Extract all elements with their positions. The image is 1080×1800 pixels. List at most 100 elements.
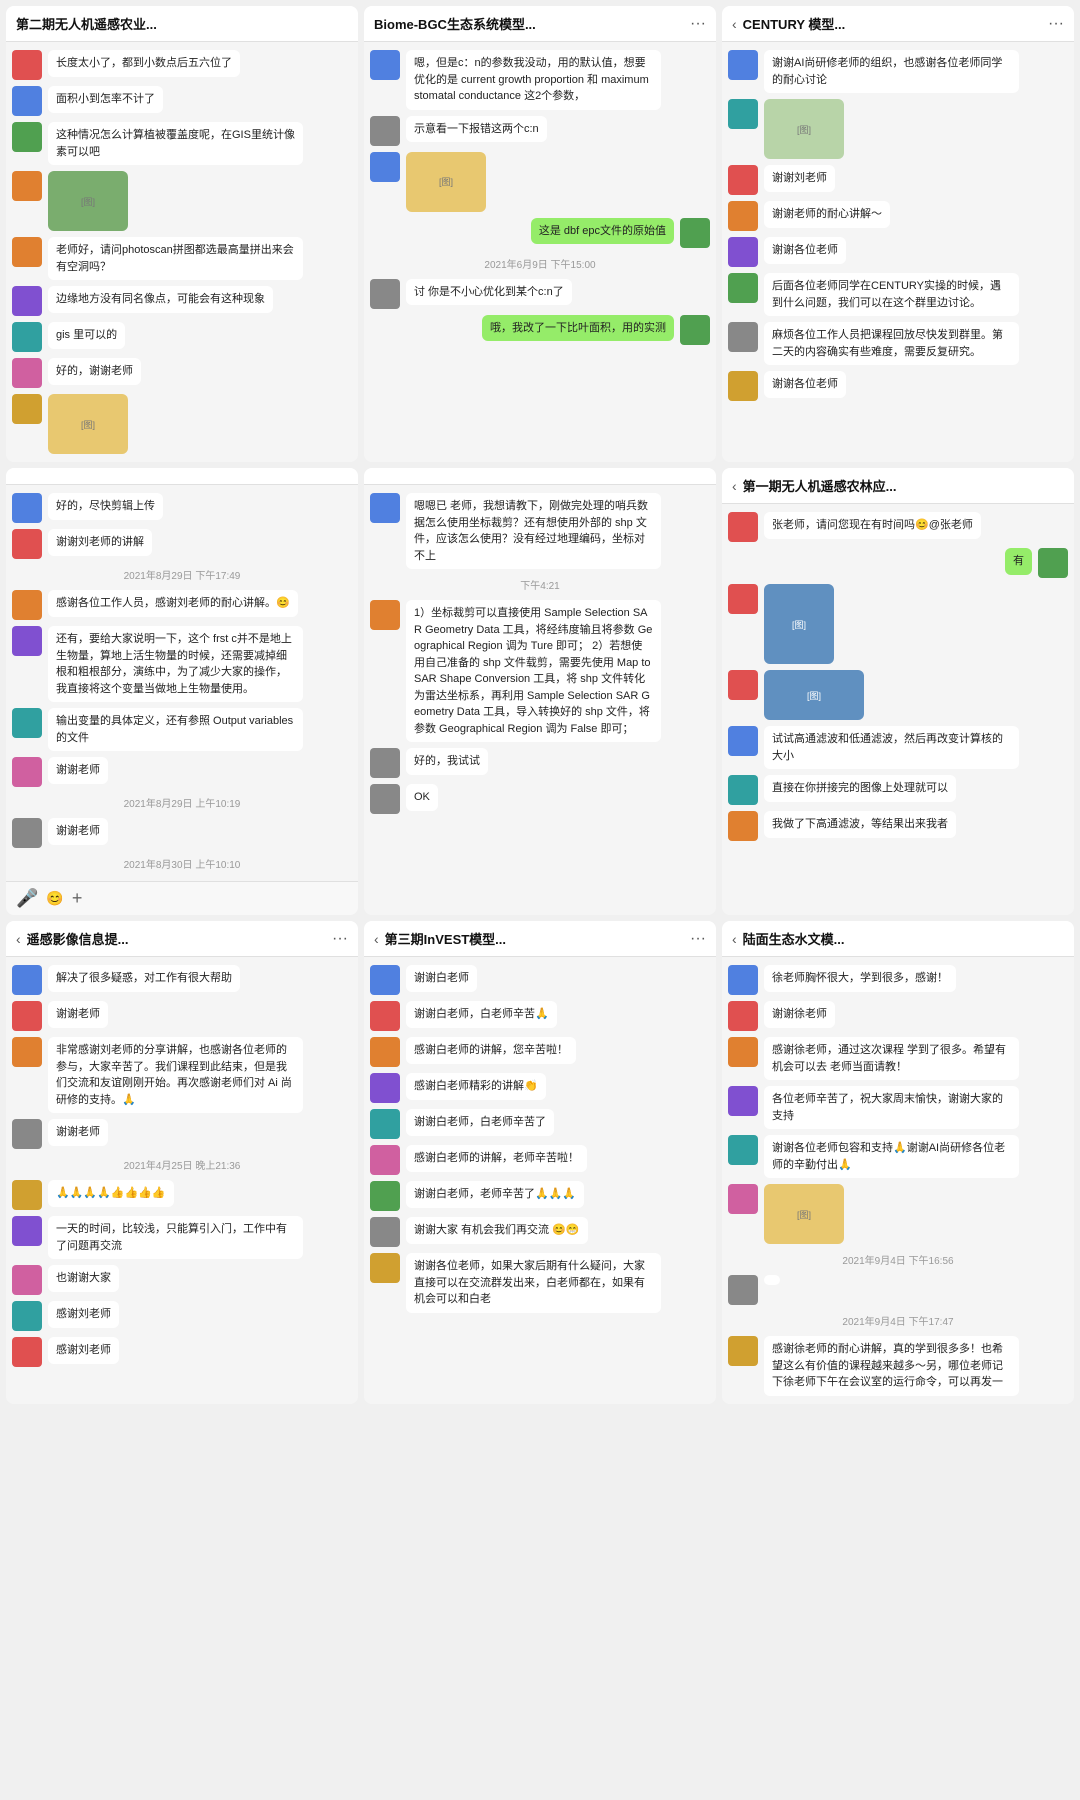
message-bubble: 谢谢各位老师 bbox=[764, 237, 846, 264]
avatar bbox=[728, 165, 758, 195]
avatar bbox=[12, 1337, 42, 1367]
message-row: 讨 你是不小心优化到某个c:n了 bbox=[370, 279, 710, 309]
back-icon[interactable]: ‹ bbox=[16, 931, 21, 947]
message-bubble: 谢谢大家 有机会我们再交流 😊😁 bbox=[406, 1217, 588, 1244]
message-row: 嗯，但是c：n的参数我没动，用的默认值，想要优化的是 current growt… bbox=[370, 50, 710, 110]
more-icon[interactable]: ··· bbox=[690, 930, 706, 948]
panel-header: ‹ 第一期无人机遥感农林应... bbox=[722, 468, 1074, 504]
message-bubble: 面积小到怎率不计了 bbox=[48, 86, 163, 113]
avatar bbox=[12, 86, 42, 116]
message-bubble: 好的，我试试 bbox=[406, 748, 488, 775]
message-row: [图] bbox=[728, 584, 1068, 664]
more-icon[interactable]: ··· bbox=[690, 15, 706, 33]
message-bubble: 谢谢各位老师 bbox=[764, 371, 846, 398]
message-bubble: 感谢刘老师 bbox=[48, 1337, 119, 1364]
message-row: 非常感谢刘老师的分享讲解，也感谢各位老师的参与，大家辛苦了。我们课程到此结束，但… bbox=[12, 1037, 352, 1113]
timestamp: 2021年8月29日 下午17:49 bbox=[12, 567, 352, 582]
more-icon[interactable]: ··· bbox=[1048, 15, 1064, 33]
message-bubble: 谢谢老师的耐心讲解～ bbox=[764, 201, 890, 228]
message-bubble: OK bbox=[406, 784, 438, 811]
panel-header: Biome-BGC生态系统模型...··· bbox=[364, 6, 716, 42]
message-row: 谢谢各位老师，如果大家后期有什么疑问，大家直接可以在交流群发出来，白老师都在，如… bbox=[370, 1253, 710, 1313]
message-row: [图] bbox=[12, 394, 352, 454]
more-icon[interactable]: ··· bbox=[332, 930, 348, 948]
avatar bbox=[370, 152, 400, 182]
avatar bbox=[12, 818, 42, 848]
panel-header: 第二期无人机遥感农业... bbox=[6, 6, 358, 42]
timestamp: 2021年8月29日 上午10:19 bbox=[12, 795, 352, 810]
message-bubble: 输出变量的具体定义，还有参照 Output variables 的文件 bbox=[48, 708, 303, 751]
avatar bbox=[370, 1253, 400, 1283]
message-bubble: 谢谢徐老师 bbox=[764, 1001, 835, 1028]
avatar bbox=[728, 50, 758, 80]
message-row: 后面各位老师同学在CENTURY实操的时候，遇到什么问题，我们可以在这个群里边讨… bbox=[728, 273, 1068, 316]
chat-panel-1: 第二期无人机遥感农业... 长度太小了，都到小数点后五六位了面积小到怎率不计了这种… bbox=[6, 6, 358, 462]
avatar bbox=[370, 1109, 400, 1139]
message-row: 感谢白老师精彩的讲解👏 bbox=[370, 1073, 710, 1103]
message-row: 谢谢老师 bbox=[12, 818, 352, 848]
chat-body: 张老师，请问您现在有时间吗😊@张老师有 [图] [图] 试试高通滤波和低通滤波，然后再… bbox=[722, 504, 1074, 915]
avatar bbox=[12, 50, 42, 80]
image-bubble: [图] bbox=[764, 1184, 844, 1244]
avatar bbox=[728, 322, 758, 352]
message-row: 有 bbox=[728, 548, 1068, 578]
message-row: 也谢谢大家 bbox=[12, 1265, 352, 1295]
avatar bbox=[12, 1301, 42, 1331]
avatar bbox=[12, 590, 42, 620]
panel-title: 第二期无人机遥感农业... bbox=[16, 14, 348, 33]
chat-body: 谢谢AI尚研修老师的组织，也感谢各位老师同学的耐心讨论[图]谢谢刘老师谢谢老师的… bbox=[722, 42, 1074, 462]
avatar bbox=[12, 237, 42, 267]
message-bubble: 张老师，请问您现在有时间吗😊@张老师 bbox=[764, 512, 981, 539]
message-row: 感谢白老师的讲解，您辛苦啦！ bbox=[370, 1037, 710, 1067]
avatar bbox=[728, 1086, 758, 1116]
message-row: 示意看一下报错这两个c:n bbox=[370, 116, 710, 146]
avatar bbox=[12, 1265, 42, 1295]
message-row: 感谢徐老师的耐心讲解，真的学到很多多！也希望这么有价值的课程越来越多～另，哪位老… bbox=[728, 1336, 1068, 1396]
chat-panel-8: ‹第三期InVEST模型...···谢谢白老师谢谢白老师，白老师辛苦🙏感谢白老师… bbox=[364, 921, 716, 1404]
message-row: 感谢徐老师，通过这次课程 学到了很多。希望有机会可以去 老师当面请教！ bbox=[728, 1037, 1068, 1080]
chat-body: 长度太小了，都到小数点后五六位了面积小到怎率不计了这种情况怎么计算植被覆盖度呢，… bbox=[6, 42, 358, 462]
chat-panel-4: 好的，尽快剪辑上传谢谢刘老师的讲解2021年8月29日 下午17:49感谢各位工… bbox=[6, 468, 358, 915]
chat-body: 谢谢白老师谢谢白老师，白老师辛苦🙏 感谢白老师的讲解，您辛苦啦！ 感谢白老师精彩的讲… bbox=[364, 957, 716, 1404]
avatar bbox=[12, 626, 42, 656]
message-row: [图] bbox=[728, 1184, 1068, 1244]
back-icon[interactable]: ‹ bbox=[732, 931, 737, 947]
main-grid: 第二期无人机遥感农业... 长度太小了，都到小数点后五六位了面积小到怎率不计了这种… bbox=[0, 0, 1080, 1410]
emoji-icon[interactable]: 😊 bbox=[46, 890, 63, 907]
chat-body: 嗯嗯已 老师，我想请教下，刚做完处理的哨兵数据怎么使用坐标裁剪？还有想使用外部的… bbox=[364, 485, 716, 915]
back-icon[interactable]: ‹ bbox=[374, 931, 379, 947]
panel-header: ‹CENTURY 模型...··· bbox=[722, 6, 1074, 42]
back-icon[interactable]: ‹ bbox=[732, 16, 737, 32]
plus-icon[interactable]: + bbox=[72, 888, 83, 909]
panel-title: 陆面生态水文模... bbox=[743, 929, 1064, 948]
message-row: [图] bbox=[728, 670, 1068, 720]
avatar bbox=[370, 493, 400, 523]
message-bubble: 感谢白老师的讲解，老师辛苦啦！ bbox=[406, 1145, 587, 1172]
message-bubble: 嗯，但是c：n的参数我没动，用的默认值，想要优化的是 current growt… bbox=[406, 50, 661, 110]
avatar bbox=[370, 50, 400, 80]
avatar bbox=[370, 1217, 400, 1247]
avatar bbox=[370, 1181, 400, 1211]
message-row: [图] bbox=[12, 171, 352, 231]
message-bubble: 🙏🙏🙏🙏👍👍👍👍 bbox=[48, 1180, 174, 1207]
message-bubble: 嗯嗯已 老师，我想请教下，刚做完处理的哨兵数据怎么使用坐标裁剪？还有想使用外部的… bbox=[406, 493, 661, 569]
timestamp: 2021年9月4日 下午17:47 bbox=[728, 1313, 1068, 1328]
message-bubble: 感谢白老师的讲解，您辛苦啦！ bbox=[406, 1037, 576, 1064]
avatar bbox=[12, 708, 42, 738]
voice-icon[interactable]: 🎤 bbox=[16, 888, 38, 909]
panel-header bbox=[6, 468, 358, 485]
back-icon[interactable]: ‹ bbox=[732, 478, 737, 494]
avatar bbox=[370, 748, 400, 778]
message-row: 面积小到怎率不计了 bbox=[12, 86, 352, 116]
message-bubble: gis 里可以的 bbox=[48, 322, 125, 349]
panel-title: 第一期无人机遥感农林应... bbox=[743, 476, 1064, 495]
message-row: 感谢刘老师 bbox=[12, 1301, 352, 1331]
message-bubble: 试试高通滤波和低通滤波，然后再改变计算核的大小 bbox=[764, 726, 1019, 769]
message-bubble: 谢谢白老师，白老师辛苦🙏 bbox=[406, 1001, 557, 1028]
avatar bbox=[728, 371, 758, 401]
avatar bbox=[728, 99, 758, 129]
message-row: 谢谢白老师 bbox=[370, 965, 710, 995]
avatar bbox=[728, 1135, 758, 1165]
avatar bbox=[12, 1001, 42, 1031]
message-bubble: 谢谢老师 bbox=[48, 1001, 108, 1028]
